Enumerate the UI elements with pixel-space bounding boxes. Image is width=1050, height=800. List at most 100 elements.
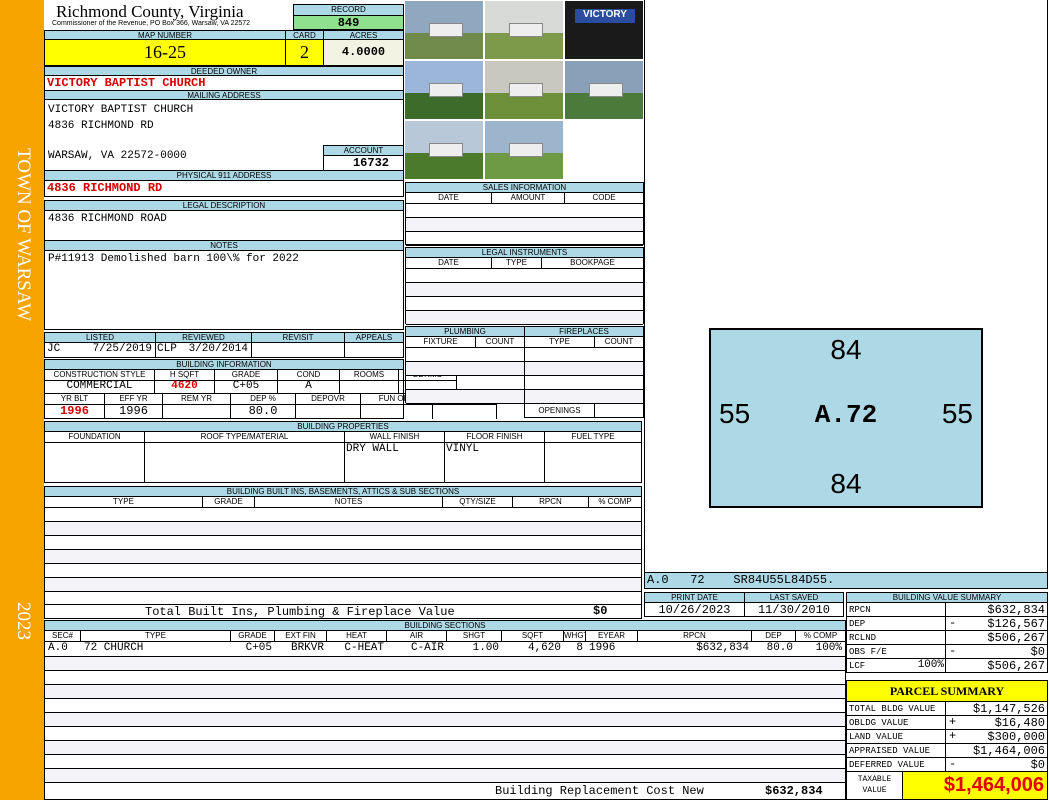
sidebar: TOWN OF WARSAW 2023	[0, 0, 44, 800]
building-icon	[429, 23, 463, 37]
building-icon	[509, 143, 543, 157]
openings-label: OPENINGS	[525, 403, 595, 418]
building-icon	[429, 83, 463, 97]
building-info-value	[340, 380, 399, 394]
column-header: DATE	[406, 193, 492, 204]
summary-operator: +	[949, 715, 957, 729]
section-cell: C-AIR	[410, 642, 444, 654]
mailing-line: VICTORY BAPTIST CHURCH	[48, 104, 194, 116]
column-header: RPCN	[638, 631, 752, 642]
building-info-value: 1996	[105, 404, 163, 419]
table-row	[406, 232, 643, 246]
table-row	[45, 740, 845, 754]
building-info-value: 1996	[45, 404, 105, 419]
summary-value: $16,480	[945, 715, 1048, 730]
column-header: % COMP	[796, 631, 845, 642]
column-header: DEP	[752, 631, 796, 642]
table-title: PLUMBING	[405, 326, 525, 337]
column-header: AMOUNT	[492, 193, 565, 204]
legal-description: 4836 RICHMOND ROAD	[44, 210, 404, 241]
fireplaces: FIREPLACES TYPE COUNT OPENINGS	[524, 326, 644, 418]
summary-value: $126,567	[945, 616, 1048, 631]
building-info-grid: CONSTRUCTION STYLE COMMERCIAL H SQFT 4620 GR…	[44, 369, 497, 419]
sketch-area: 84 84 55 55 A.72	[644, 0, 1048, 573]
table-title: SALES INFORMATION	[405, 182, 644, 193]
physical-address: 4836 RICHMOND RD	[44, 180, 404, 197]
reviewed-by: CLP	[157, 343, 177, 355]
section-cell: BRKVR	[290, 642, 324, 654]
column-header: SQFT	[502, 631, 564, 642]
building-sketch: 84 84 55 55 A.72	[709, 328, 983, 508]
column-header: BOOKPAGE	[542, 258, 643, 269]
column-header: GRADE	[203, 497, 255, 508]
listed-value: JC 7/25/2019	[44, 342, 156, 358]
table-row	[525, 390, 643, 404]
replacement-cost: $632,834	[765, 784, 823, 798]
building-info-value	[163, 404, 231, 419]
property-photo	[404, 60, 484, 120]
table-row	[45, 522, 641, 536]
photo-gallery: VICTORY	[404, 0, 644, 180]
last-saved: 11/30/2010	[744, 602, 844, 617]
property-photo	[404, 120, 484, 180]
summary-value: $1,464,006	[945, 743, 1048, 758]
column-header: COUNT	[476, 337, 524, 348]
section-cell: 1996	[589, 642, 616, 654]
table-row	[45, 754, 845, 768]
owner-value: VICTORY BAPTIST CHURCH	[44, 75, 404, 91]
column-header: HEAT	[327, 631, 387, 642]
table-row	[45, 536, 641, 550]
reviewed-value: CLP 3/20/2014	[155, 342, 252, 358]
notes-text: P#11913 Demolished barn 100\% for 2022	[44, 250, 404, 330]
building-info-value	[361, 404, 433, 419]
column-header: WALL FINISH	[345, 432, 445, 443]
table-title: LEGAL INSTRUMENTS	[405, 247, 644, 258]
table-row	[406, 297, 643, 311]
table-row	[45, 656, 845, 670]
column-header: FIXTURE	[406, 337, 476, 348]
taxable-value: $1,464,006	[902, 771, 1048, 800]
column-header: RPCN	[513, 497, 589, 508]
section-cell: 1.00	[472, 642, 499, 654]
table-row	[406, 204, 643, 218]
table-row	[525, 376, 643, 390]
building-sections: BUILDING SECTIONS SEC# TYPE GRADE EXT FIN HEA…	[44, 620, 846, 800]
card-number: 2	[285, 39, 324, 66]
property-value: DRY WALL	[345, 443, 445, 483]
county-subtitle: Commissioner of the Revenue, PO Box 366,…	[52, 20, 251, 27]
table-row	[406, 311, 643, 325]
parcel-summary-title: PARCEL SUMMARY	[846, 680, 1048, 702]
table-row	[45, 684, 845, 698]
building-info-value: A	[278, 380, 340, 394]
parcel-summary: TOTAL BLDG VALUE $1,147,526 OBLDG VALUE $16…	[846, 701, 1048, 772]
table-row	[406, 348, 524, 362]
summary-label: RPCN	[846, 602, 946, 617]
table-row	[45, 726, 845, 740]
listed-by: JC	[47, 343, 61, 355]
summary-label: APPRAISED VALUE	[846, 743, 946, 758]
table-row	[406, 376, 524, 390]
summary-value: $0	[945, 644, 1048, 659]
replacement-cost-label: Building Replacement Cost New	[495, 784, 704, 798]
building-info-value	[296, 404, 361, 419]
property-photo	[484, 60, 564, 120]
column-header: % COMP	[589, 497, 641, 508]
column-header: SHGT	[447, 631, 502, 642]
reviewed-date: 3/20/2014	[188, 343, 248, 355]
year-label: 2023	[13, 602, 34, 640]
property-value	[545, 443, 641, 483]
table-title: BUILDING PROPERTIES	[44, 421, 642, 432]
building-info-value: 4620	[155, 380, 215, 394]
property-value	[45, 443, 145, 483]
map-number: 16-25	[44, 39, 286, 66]
column-header: COUNT	[595, 337, 643, 348]
summary-percent: 100%	[917, 659, 944, 671]
summary-operator: -	[949, 616, 957, 630]
building-icon	[509, 83, 543, 97]
table-row	[406, 390, 524, 404]
summary-operator: -	[949, 644, 957, 658]
table-row	[45, 670, 845, 684]
column-header: EYEAR	[586, 631, 638, 642]
summary-label: OBS F/E	[846, 644, 946, 659]
acres-value: 4.0000	[323, 39, 404, 66]
